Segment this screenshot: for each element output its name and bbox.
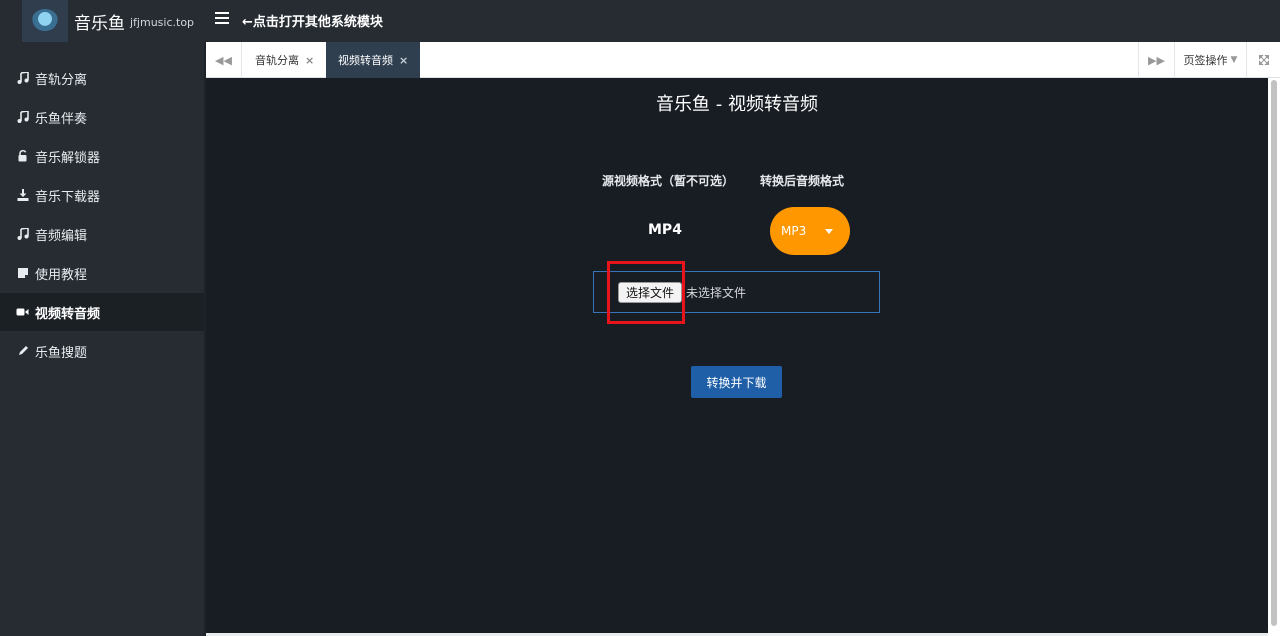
sidebar: 音轨分离 乐鱼伴奏 音乐解锁器 音乐下载器 音频编辑 使用教程 视频转音频 乐鱼… [0, 42, 204, 636]
sidebar-item-label: 音轨分离 [35, 72, 88, 88]
target-format-label: 转换后音频格式 [760, 174, 845, 188]
fullscreen-icon[interactable] [1246, 42, 1280, 78]
menu-toggle-icon[interactable] [215, 12, 229, 24]
tab-operations-label: 页签操作 [1183, 54, 1228, 67]
sidebar-item-label: 音乐解锁器 [35, 150, 101, 166]
sidebar-item-label: 音频编辑 [35, 228, 88, 244]
music-note-icon [16, 111, 29, 124]
top-bar: 音乐鱼 jfjmusic.top ←点击打开其他系统模块 [0, 0, 1280, 42]
unlock-icon [16, 150, 29, 163]
source-format-label: 源视频格式（暂不可选） [602, 174, 735, 188]
sidebar-item-label: 乐鱼伴奏 [35, 111, 88, 127]
tab-video-to-audio[interactable]: 视频转音频 × [326, 42, 421, 78]
download-icon [16, 189, 29, 202]
music-note-icon [16, 72, 29, 85]
page-title: 音乐鱼 - 视频转音频 [656, 94, 818, 115]
sidebar-item-accompaniment[interactable]: 乐鱼伴奏 [0, 98, 204, 136]
sidebar-item-label: 使用教程 [35, 267, 88, 283]
sidebar-item-music-downloader[interactable]: 音乐下载器 [0, 176, 204, 214]
sidebar-item-label: 乐鱼搜题 [35, 345, 88, 361]
sidebar-item-label: 音乐下载器 [35, 189, 101, 205]
sidebar-item-label: 视频转音频 [35, 306, 101, 322]
scrollbar-thumb[interactable] [1271, 80, 1277, 626]
tab-label: 音轨分离 [255, 54, 299, 67]
fish-logo-icon [32, 9, 58, 31]
source-format-value: MP4 [648, 222, 682, 238]
module-hint-text[interactable]: ←点击打开其他系统模块 [242, 11, 383, 30]
tab-scroll-left-icon[interactable]: ◀◀ [206, 42, 242, 78]
file-status-text: 未选择文件 [686, 286, 747, 300]
sidebar-item-tutorial[interactable]: 使用教程 [0, 254, 204, 292]
tab-track-separation[interactable]: 音轨分离 × [243, 42, 326, 78]
pencil-icon [16, 345, 29, 358]
tab-operations-dropdown[interactable]: 页签操作 ▼ [1174, 42, 1246, 78]
close-icon[interactable]: × [305, 54, 314, 67]
brand-domain: jfjmusic.top [130, 16, 195, 29]
caret-down-icon: ▼ [1230, 55, 1238, 65]
target-format-value: MP3 [781, 224, 807, 238]
caret-down-icon [825, 229, 833, 234]
sidebar-item-track-separation[interactable]: 音轨分离 [0, 59, 204, 97]
tab-label: 视频转音频 [338, 54, 393, 67]
sidebar-item-audio-editor[interactable]: 音频编辑 [0, 215, 204, 253]
close-icon[interactable]: × [399, 54, 408, 67]
highlight-annotation-box [607, 261, 685, 324]
vertical-scrollbar[interactable] [1268, 78, 1280, 636]
sidebar-item-music-unlocker[interactable]: 音乐解锁器 [0, 137, 204, 175]
sidebar-item-search-questions[interactable]: 乐鱼搜题 [0, 332, 204, 370]
video-camera-icon [16, 306, 29, 319]
brand-name: 音乐鱼 [74, 14, 125, 34]
music-note-icon [16, 228, 29, 241]
brand-logo[interactable] [22, 0, 68, 42]
sidebar-item-video-to-audio[interactable]: 视频转音频 [0, 293, 204, 331]
convert-download-button[interactable]: 转换并下载 [691, 366, 782, 398]
tab-strip: ◀◀ 音轨分离 × 视频转音频 × ▶▶ 页签操作 ▼ [206, 42, 1280, 78]
target-format-select[interactable]: MP3 [770, 207, 850, 255]
tab-scroll-right-icon[interactable]: ▶▶ [1138, 42, 1174, 78]
note-icon [16, 267, 29, 280]
main-content: 音乐鱼 - 视频转音频 源视频格式（暂不可选） 转换后音频格式 MP4 MP3 … [206, 78, 1268, 636]
